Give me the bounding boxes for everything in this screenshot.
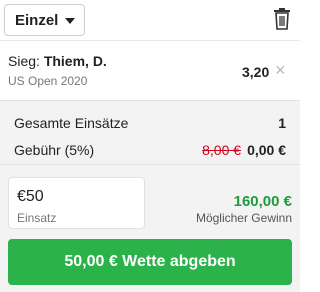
event-name: US Open 2020 bbox=[8, 74, 88, 88]
bet-selection-row: Sieg: Thiem, D. US Open 2020 3,20 × bbox=[0, 40, 300, 100]
fee-values: 8,00 € 0,00 € bbox=[202, 142, 286, 158]
stake-area: €50 Einsatz 160,00 € Möglicher Gewinn 50… bbox=[0, 164, 300, 292]
total-stakes-row: Gesamte Einsätze 1 bbox=[14, 115, 286, 131]
odds-value: 3,20 bbox=[242, 64, 270, 80]
bet-mode-select[interactable]: Einzel bbox=[4, 4, 85, 36]
fee-row: Gebühr (5%) 8,00 € 0,00 € bbox=[14, 142, 286, 158]
stake-input[interactable]: €50 Einsatz bbox=[8, 177, 145, 229]
chevron-down-icon bbox=[65, 18, 75, 24]
selection-prefix: Sieg: bbox=[8, 53, 40, 69]
close-icon[interactable]: × bbox=[275, 61, 286, 79]
potential-win-amount: 160,00 € bbox=[233, 193, 292, 210]
selection-text: Sieg: Thiem, D. bbox=[8, 53, 107, 69]
fee-new-value: 0,00 € bbox=[247, 142, 286, 158]
place-bet-button[interactable]: 50,00 € Wette abgeben bbox=[8, 239, 292, 285]
total-stakes-value: 1 bbox=[278, 115, 286, 131]
fee-label: Gebühr (5%) bbox=[14, 142, 95, 158]
betslip-header: Einzel bbox=[0, 0, 300, 40]
bet-summary: Gesamte Einsätze 1 Gebühr (5%) 8,00 € 0,0… bbox=[0, 100, 300, 164]
potential-win-label: Möglicher Gewinn bbox=[195, 211, 292, 225]
stake-value: €50 bbox=[17, 188, 44, 205]
total-stakes-label: Gesamte Einsätze bbox=[14, 115, 129, 131]
fee-old-value: 8,00 € bbox=[202, 142, 242, 158]
bet-mode-label: Einzel bbox=[15, 11, 59, 29]
trash-icon[interactable] bbox=[274, 8, 290, 30]
stake-label: Einsatz bbox=[17, 211, 57, 225]
selection-name: Thiem, D. bbox=[43, 53, 107, 69]
